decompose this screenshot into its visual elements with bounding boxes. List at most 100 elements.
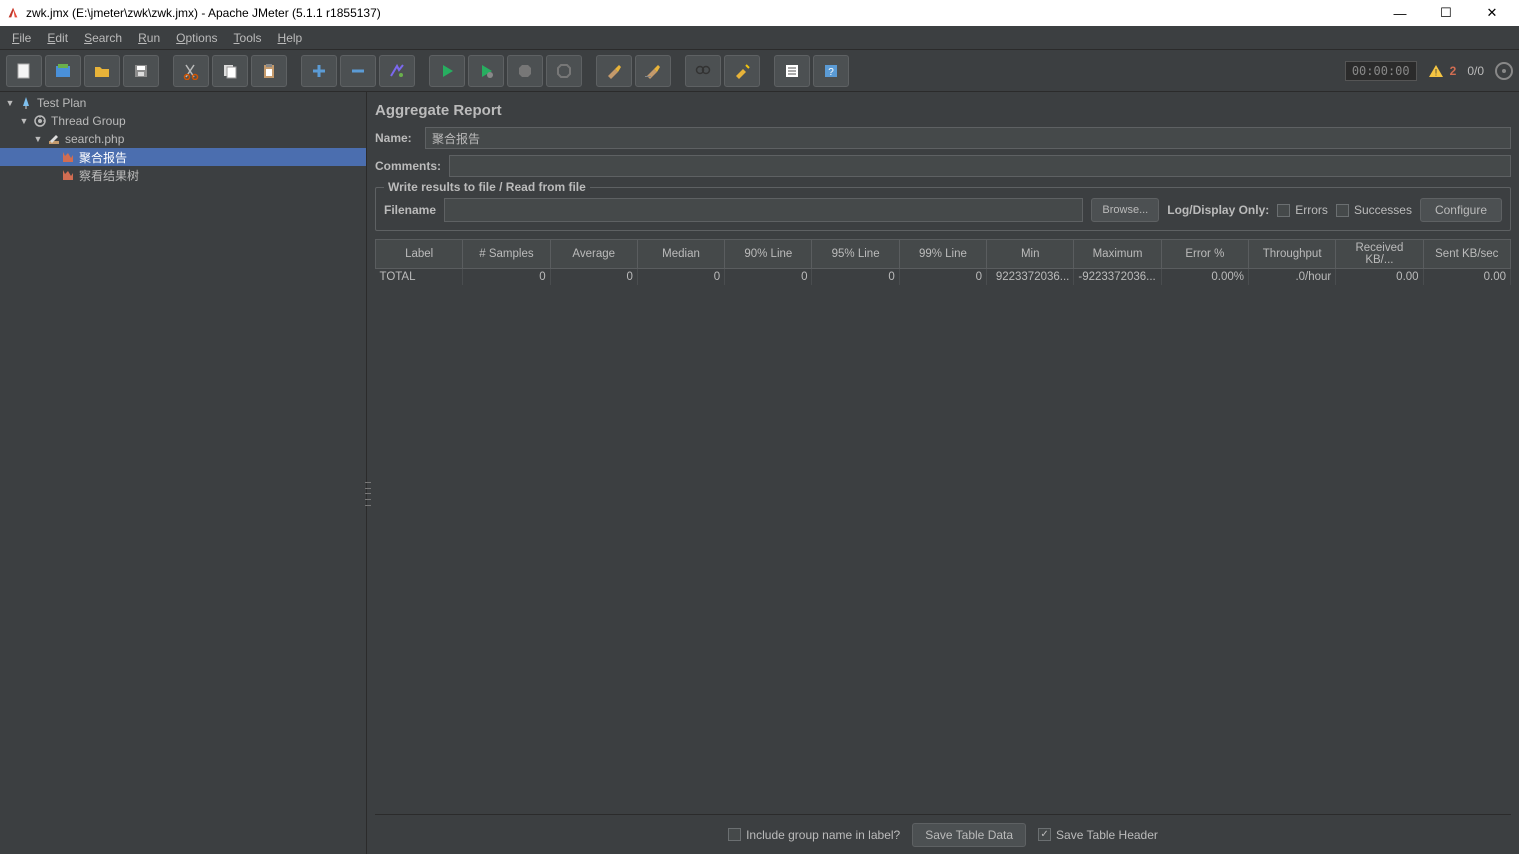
col-throughput[interactable]: Throughput [1248,240,1335,269]
function-helper-button[interactable] [774,55,810,87]
menu-search[interactable]: Search [76,28,130,48]
window-controls: — ☐ ✕ [1387,0,1505,26]
window-title: zwk.jmx (E:\jmeter\zwk\zwk.jmx) - Apache… [26,6,1387,20]
app-icon [6,6,20,20]
templates-button[interactable] [45,55,81,87]
expand-button[interactable] [301,55,337,87]
maximize-button[interactable]: ☐ [1433,0,1459,26]
col-max[interactable]: Maximum [1074,240,1161,269]
tree-node-thread-group[interactable]: ▼ Thread Group [0,112,366,130]
svg-text:!: ! [1434,67,1437,77]
window-titlebar: zwk.jmx (E:\jmeter\zwk\zwk.jmx) - Apache… [0,0,1519,26]
tree-panel[interactable]: ▼ Test Plan ▼ Thread Group ▼ search.php … [0,92,367,854]
close-button[interactable]: ✕ [1479,0,1505,26]
save-button[interactable] [123,55,159,87]
successes-label: Successes [1354,203,1412,217]
errors-checkbox[interactable] [1277,204,1290,217]
col-average[interactable]: Average [550,240,637,269]
status-icon [1495,62,1513,80]
include-group-checkbox[interactable] [728,828,741,841]
comments-label: Comments: [375,159,449,173]
col-error[interactable]: Error % [1161,240,1248,269]
logdisplay-label: Log/Display Only: [1167,203,1269,217]
panel-title: Aggregate Report [375,98,1511,127]
start-button[interactable] [429,55,465,87]
listener-icon [60,149,76,165]
menu-file[interactable]: File [4,28,39,48]
minimize-button[interactable]: — [1387,0,1413,26]
table-header-row: Label # Samples Average Median 90% Line … [376,240,1511,269]
reset-search-button[interactable] [724,55,760,87]
filename-label: Filename [384,203,436,217]
clear-all-button[interactable] [635,55,671,87]
tree-toggle-icon[interactable]: ▼ [4,98,16,108]
configure-button[interactable]: Configure [1420,198,1502,222]
fieldset-legend: Write results to file / Read from file [384,180,590,194]
save-table-data-button[interactable]: Save Table Data [912,823,1026,847]
save-header-label: Save Table Header [1056,828,1158,842]
col-median[interactable]: Median [637,240,724,269]
tree-node-aggregate-report[interactable]: 聚合报告 [0,148,366,166]
tree-node-sampler[interactable]: ▼ search.php [0,130,366,148]
menu-edit[interactable]: Edit [39,28,76,48]
col-sent[interactable]: Sent KB/sec [1423,240,1510,269]
toggle-button[interactable] [379,55,415,87]
thread-group-icon [32,113,48,129]
paste-button[interactable] [251,55,287,87]
svg-text:?: ? [828,67,834,78]
successes-checkbox[interactable] [1336,204,1349,217]
new-button[interactable] [6,55,42,87]
col-samples[interactable]: # Samples [463,240,550,269]
start-no-timers-button[interactable] [468,55,504,87]
col-95line[interactable]: 95% Line [812,240,899,269]
menu-tools[interactable]: Tools [226,28,270,48]
menu-options[interactable]: Options [168,28,225,48]
main-area: ▼ Test Plan ▼ Thread Group ▼ search.php … [0,92,1519,854]
thread-count: 0/0 [1467,64,1484,78]
errors-label: Errors [1295,203,1328,217]
tree-toggle-icon[interactable]: ▼ [18,116,30,126]
col-received[interactable]: Received KB/... [1336,240,1423,269]
results-table[interactable]: Label # Samples Average Median 90% Line … [375,239,1511,814]
elapsed-time: 00:00:00 [1345,61,1417,81]
table-row-total[interactable]: TOTAL 0 0 0 0 0 0 9223372036... -9223372… [376,269,1511,285]
test-plan-icon [18,95,34,111]
menubar: File Edit Search Run Options Tools Help [0,26,1519,50]
search-tree-button[interactable] [685,55,721,87]
shutdown-button[interactable] [546,55,582,87]
splitter-grip[interactable] [364,480,372,508]
right-panel: Aggregate Report Name: Comments: Write r… [367,92,1519,854]
col-label[interactable]: Label [376,240,463,269]
open-button[interactable] [84,55,120,87]
stop-button[interactable] [507,55,543,87]
warning-count: 2 [1450,64,1457,78]
include-group-label: Include group name in label? [746,828,900,842]
comments-field-row: Comments: [375,155,1511,177]
tree-toggle-icon[interactable]: ▼ [32,134,44,144]
name-label: Name: [375,131,425,145]
col-90line[interactable]: 90% Line [725,240,812,269]
help-button[interactable]: ? [813,55,849,87]
bottom-bar: Include group name in label? Save Table … [375,814,1511,854]
listener-icon [60,167,76,183]
collapse-button[interactable] [340,55,376,87]
file-fieldset: Write results to file / Read from file F… [375,187,1511,231]
name-input[interactable] [425,127,1511,149]
save-header-checkbox[interactable] [1038,828,1051,841]
browse-button[interactable]: Browse... [1091,198,1159,222]
menu-help[interactable]: Help [270,28,311,48]
sampler-icon [46,131,62,147]
tree-node-test-plan[interactable]: ▼ Test Plan [0,94,366,112]
filename-input[interactable] [444,198,1083,222]
col-99line[interactable]: 99% Line [899,240,986,269]
toolbar: ? 00:00:00 ! 2 0/0 [0,50,1519,92]
copy-button[interactable] [212,55,248,87]
menu-run[interactable]: Run [130,28,168,48]
tree-node-view-results-tree[interactable]: 察看结果树 [0,166,366,184]
clear-button[interactable] [596,55,632,87]
comments-input[interactable] [449,155,1511,177]
col-min[interactable]: Min [987,240,1074,269]
warning-icon: ! [1428,63,1444,79]
name-field-row: Name: [375,127,1511,149]
cut-button[interactable] [173,55,209,87]
